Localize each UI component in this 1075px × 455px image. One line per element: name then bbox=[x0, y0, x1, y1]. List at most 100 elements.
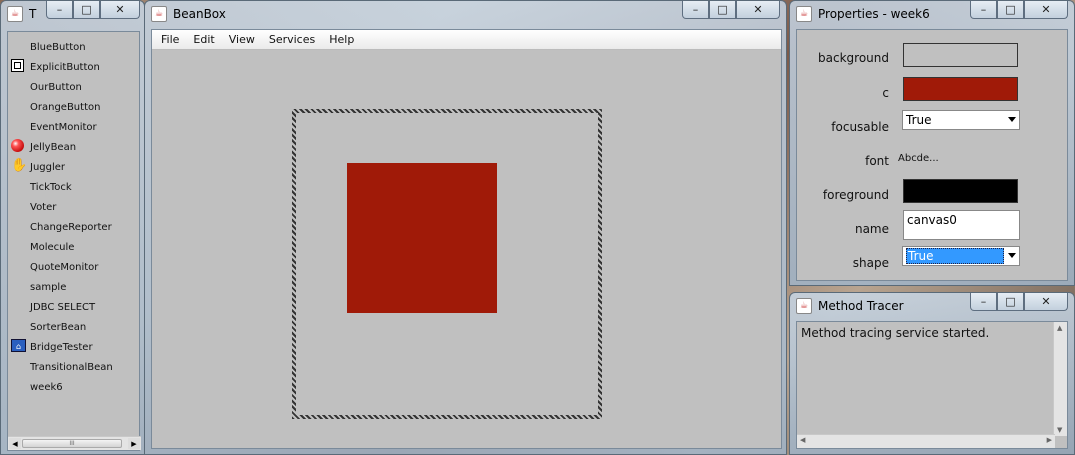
minimize-button[interactable]: – bbox=[970, 293, 997, 311]
toolbox-list: BlueButton ExplicitButton OurButton OrangeB… bbox=[7, 31, 141, 451]
toolbox-item-transitionalbean[interactable]: TransitionalBean bbox=[8, 357, 139, 377]
toolbox-item-ourbutton[interactable]: OurButton bbox=[8, 77, 139, 97]
toolbox-item-bluebutton[interactable]: BlueButton bbox=[8, 37, 139, 57]
toolbox-item-juggler[interactable]: ✋ Juggler bbox=[8, 157, 139, 177]
background-color-swatch[interactable] bbox=[903, 43, 1018, 67]
menu-view[interactable]: View bbox=[222, 33, 262, 46]
toolbox-item-molecule[interactable]: Molecule bbox=[8, 237, 139, 257]
toolbox-item-voter[interactable]: Voter bbox=[8, 197, 139, 217]
toolbox-titlebar[interactable]: ☕ T – □ ✕ bbox=[7, 1, 140, 27]
toolbox-item-label: Voter bbox=[30, 201, 57, 213]
prop-label-background: background bbox=[818, 51, 889, 65]
prop-row-shape: shape True bbox=[797, 246, 1067, 276]
menubar: File Edit View Services Help bbox=[152, 30, 781, 50]
toolbox-item-jdbc-select[interactable]: JDBC SELECT bbox=[8, 297, 139, 317]
toolbox-item-label: OrangeButton bbox=[30, 101, 101, 113]
java-icon: ☕ bbox=[796, 6, 812, 22]
font-value[interactable]: Abcde... bbox=[898, 153, 939, 164]
scroll-up-arrow-icon[interactable]: ▲ bbox=[1057, 324, 1062, 332]
toolbox-item-explicitbutton[interactable]: ExplicitButton bbox=[8, 57, 139, 77]
explicit-button-icon bbox=[11, 59, 26, 74]
maximize-button[interactable]: □ bbox=[709, 1, 736, 19]
toolbox-item-label: SorterBean bbox=[30, 321, 87, 333]
toolbox-item-ticktock[interactable]: TickTock bbox=[8, 177, 139, 197]
maximize-button[interactable]: □ bbox=[73, 1, 100, 19]
toolbox-item-sample[interactable]: sample bbox=[8, 277, 139, 297]
java-icon: ☕ bbox=[151, 6, 167, 22]
close-button[interactable]: ✕ bbox=[1024, 1, 1068, 19]
beanbox-window: ☕ BeanBox – □ ✕ File Edit View Services … bbox=[144, 0, 787, 455]
method-tracer-window: ☕ Method Tracer – □ ✕ Method tracing ser… bbox=[789, 292, 1075, 455]
toolbox-item-changereporter[interactable]: ChangeReporter bbox=[8, 217, 139, 237]
toolbox-item-quotemonitor[interactable]: QuoteMonitor bbox=[8, 257, 139, 277]
prop-row-name: name canvas0 bbox=[797, 210, 1067, 240]
scroll-left-arrow-icon[interactable]: ◀ bbox=[9, 438, 21, 449]
prop-label-shape: shape bbox=[852, 256, 889, 270]
chevron-down-icon bbox=[1008, 253, 1016, 258]
properties-titlebar[interactable]: ☕ Properties - week6 – □ ✕ bbox=[796, 1, 1068, 27]
toolbox-item-sorterbean[interactable]: SorterBean bbox=[8, 317, 139, 337]
toolbox-item-label: Juggler bbox=[30, 161, 66, 173]
horizontal-scrollbar[interactable]: ◀ III ▶ bbox=[8, 436, 141, 450]
foreground-color-swatch[interactable] bbox=[903, 179, 1018, 203]
scroll-left-arrow-icon[interactable]: ◀ bbox=[800, 436, 805, 444]
prop-label-name: name bbox=[854, 222, 889, 236]
property-sheet: background c focusable True font Abcde..… bbox=[796, 29, 1068, 281]
horizontal-scrollbar[interactable]: ◀ ▶ bbox=[797, 434, 1055, 448]
jellybean-icon bbox=[11, 139, 26, 154]
bean-canvas-square[interactable] bbox=[347, 163, 497, 313]
toolbox-item-label: EventMonitor bbox=[30, 121, 97, 133]
prop-row-foreground: foreground bbox=[797, 178, 1067, 208]
prop-label-foreground: foreground bbox=[822, 188, 889, 202]
toolbox-item-label: Molecule bbox=[30, 241, 75, 253]
beanbox-title: BeanBox bbox=[173, 7, 226, 21]
prop-row-font: font Abcde... bbox=[797, 148, 1067, 178]
tracer-titlebar[interactable]: ☕ Method Tracer – □ ✕ bbox=[796, 293, 1068, 319]
toolbox-item-label: TickTock bbox=[30, 181, 72, 193]
juggler-icon: ✋ bbox=[11, 158, 28, 173]
minimize-button[interactable]: – bbox=[970, 1, 997, 19]
prop-row-background: background bbox=[797, 42, 1067, 72]
name-input[interactable]: canvas0 bbox=[903, 210, 1020, 240]
menu-services[interactable]: Services bbox=[262, 33, 322, 46]
minimize-button[interactable]: – bbox=[46, 1, 73, 19]
toolbox-window: ☕ T – □ ✕ BlueButton ExplicitButton OurBut… bbox=[0, 0, 145, 455]
toolbox-item-label: ExplicitButton bbox=[30, 61, 100, 73]
vertical-scrollbar[interactable]: ▲ ▼ bbox=[1053, 322, 1067, 436]
scroll-right-arrow-icon[interactable]: ▶ bbox=[128, 438, 140, 449]
minimize-button[interactable]: – bbox=[682, 1, 709, 19]
shape-select[interactable]: True bbox=[902, 246, 1020, 266]
scroll-thumb[interactable]: III bbox=[22, 439, 122, 448]
toolbox-item-orangebutton[interactable]: OrangeButton bbox=[8, 97, 139, 117]
close-button[interactable]: ✕ bbox=[1024, 293, 1068, 311]
prop-label-font: font bbox=[865, 154, 889, 168]
menu-help[interactable]: Help bbox=[322, 33, 361, 46]
menu-edit[interactable]: Edit bbox=[186, 33, 221, 46]
toolbox-item-label: JellyBean bbox=[30, 141, 77, 153]
menu-file[interactable]: File bbox=[154, 33, 186, 46]
maximize-button[interactable]: □ bbox=[997, 293, 1024, 311]
toolbox-item-label: QuoteMonitor bbox=[30, 261, 99, 273]
scroll-down-arrow-icon[interactable]: ▼ bbox=[1057, 426, 1062, 434]
tracer-log-text: Method tracing service started. bbox=[801, 326, 990, 340]
toolbox-item-jellybean[interactable]: JellyBean bbox=[8, 137, 139, 157]
prop-label-focusable: focusable bbox=[831, 120, 889, 134]
beanbox-titlebar[interactable]: ☕ BeanBox – □ ✕ bbox=[151, 1, 780, 27]
toolbox-item-label: ChangeReporter bbox=[30, 221, 112, 233]
scroll-right-arrow-icon[interactable]: ▶ bbox=[1047, 436, 1052, 444]
chevron-down-icon bbox=[1008, 117, 1016, 122]
toolbox-item-label: TransitionalBean bbox=[30, 361, 113, 373]
maximize-button[interactable]: □ bbox=[997, 1, 1024, 19]
toolbox-item-eventmonitor[interactable]: EventMonitor bbox=[8, 117, 139, 137]
close-button[interactable]: ✕ bbox=[736, 1, 780, 19]
canvas-area[interactable] bbox=[152, 51, 781, 448]
toolbox-item-week6[interactable]: week6 bbox=[8, 377, 139, 397]
close-button[interactable]: ✕ bbox=[100, 1, 140, 19]
toolbox-item-bridgetester[interactable]: ⌂ BridgeTester bbox=[8, 337, 139, 357]
focusable-select[interactable]: True bbox=[902, 110, 1020, 130]
c-color-swatch[interactable] bbox=[903, 77, 1018, 101]
toolbox-item-label: JDBC SELECT bbox=[30, 301, 96, 313]
toolbox-item-label: BlueButton bbox=[30, 41, 86, 53]
beanbox-client: File Edit View Services Help bbox=[151, 29, 782, 449]
tracer-text-area[interactable]: Method tracing service started. ▲ ▼ ◀ ▶ bbox=[796, 321, 1068, 449]
